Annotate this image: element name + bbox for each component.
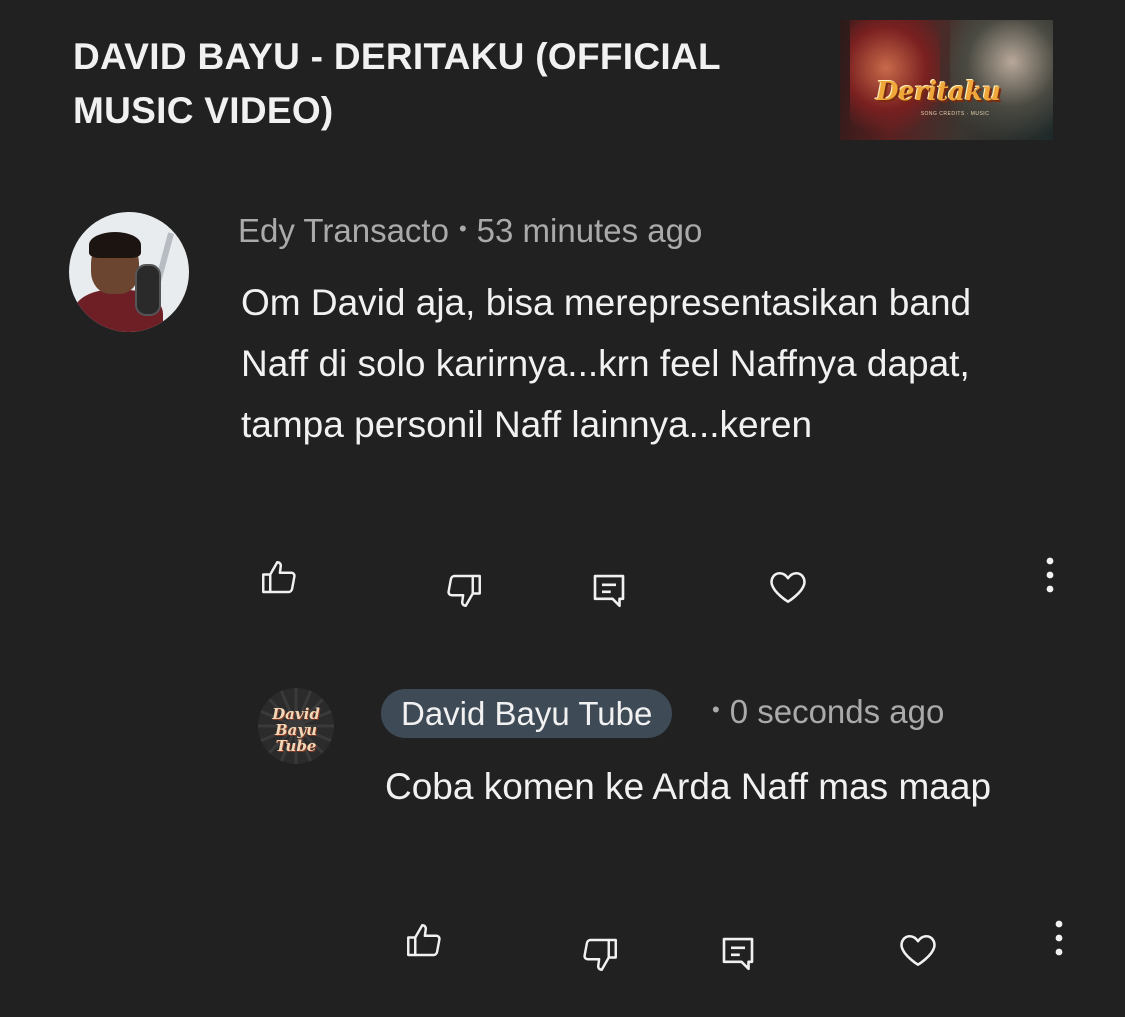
more-icon [1046, 557, 1054, 593]
comment-author-avatar[interactable] [69, 212, 189, 332]
reply-author-avatar[interactable]: David Bayu Tube [258, 688, 334, 764]
reply-dislike-button[interactable] [576, 930, 624, 978]
reply-meta: • 0 seconds ago [712, 693, 944, 731]
more-icon [1055, 920, 1063, 956]
dislike-button[interactable] [440, 566, 488, 614]
reply-reply-button[interactable] [714, 929, 762, 977]
video-thumbnail[interactable]: Deritaku SONG CREDITS · MUSIC [840, 20, 1053, 140]
like-button[interactable] [255, 554, 303, 602]
thumbnail-title: Deritaku [876, 77, 1001, 107]
meta-separator: • [458, 216, 467, 242]
avatar-logo-text: David Bayu Tube [272, 705, 320, 755]
comment-meta: Edy Transacto • 53 minutes ago [238, 212, 702, 250]
reply-icon [722, 937, 754, 971]
reply-time: 0 seconds ago [729, 693, 945, 730]
heart-icon [900, 934, 936, 966]
heart-icon [770, 571, 806, 603]
avatar-microphone [135, 264, 161, 316]
thumbnail-subtitle: SONG CREDITS · MUSIC [920, 111, 990, 117]
dislike-icon [583, 938, 617, 971]
heart-button[interactable] [764, 563, 812, 611]
meta-separator: • [712, 697, 720, 723]
comment-time: 53 minutes ago [476, 212, 703, 249]
video-title[interactable]: DAVID BAYU - DERITAKU (OFFICIAL MUSIC VI… [73, 30, 813, 138]
reply-icon [593, 574, 625, 608]
reply-like-button[interactable] [400, 917, 448, 965]
reply-more-options-button[interactable] [1035, 914, 1083, 962]
avatar-person-hair [89, 232, 141, 258]
reply-button[interactable] [585, 566, 633, 614]
reply-heart-button[interactable] [894, 926, 942, 974]
reply-author-badge[interactable]: David Bayu Tube [381, 689, 673, 738]
dislike-icon [447, 574, 481, 607]
comment-text: Om David aja, bisa merepresentasikan ban… [241, 282, 972, 445]
comment-author[interactable]: Edy Transacto [238, 212, 449, 249]
like-icon [407, 924, 441, 957]
more-options-button[interactable] [1026, 551, 1074, 599]
like-icon [262, 561, 296, 594]
reply-text: Coba komen ke Arda Naff mas maap [385, 766, 992, 807]
